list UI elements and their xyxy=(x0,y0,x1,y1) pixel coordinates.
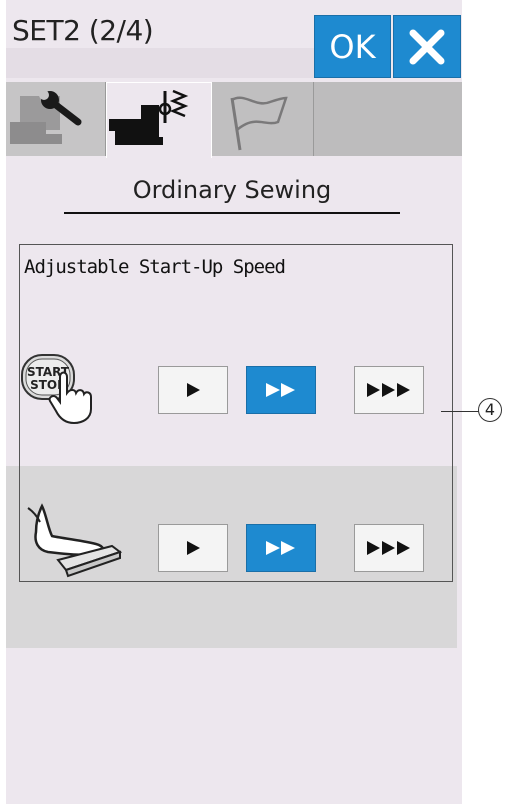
tab-machine-settings[interactable] xyxy=(6,82,106,156)
speed-fast-button[interactable] xyxy=(354,366,424,414)
tab-ordinary-sewing[interactable] xyxy=(106,82,212,158)
flag-icon xyxy=(230,96,288,151)
play-triple-icon xyxy=(367,383,410,397)
wrench-machine-icon xyxy=(10,90,82,144)
ok-button[interactable]: OK xyxy=(314,15,391,78)
foot-speed-medium-button[interactable] xyxy=(246,524,316,572)
callout-marker: 4 xyxy=(478,398,502,422)
settings-screen: SET2 (2/4) OK Ordinary Sewing Adjustable… xyxy=(6,0,462,804)
title-band xyxy=(6,48,314,78)
section-title: Ordinary Sewing xyxy=(132,176,332,204)
callout-leader-line xyxy=(441,411,479,412)
page-title: SET2 (2/4) xyxy=(12,14,154,47)
foot-speed-slow-button[interactable] xyxy=(158,524,228,572)
tab-flag[interactable] xyxy=(212,82,314,156)
foot-control-icon xyxy=(27,503,123,578)
start-stop-button-icon: START STOP xyxy=(21,354,92,425)
play-triple-icon xyxy=(367,541,410,555)
title-bar: SET2 (2/4) OK xyxy=(6,0,462,82)
speed-medium-button[interactable] xyxy=(246,366,316,414)
close-icon xyxy=(409,29,445,64)
play-double-icon xyxy=(266,383,295,397)
play-double-icon xyxy=(266,541,295,555)
tab-empty xyxy=(314,82,462,156)
speed-slow-button[interactable] xyxy=(158,366,228,414)
play-single-icon xyxy=(187,541,200,555)
section-underline xyxy=(64,212,400,214)
play-single-icon xyxy=(187,383,200,397)
foot-speed-fast-button[interactable] xyxy=(354,524,424,572)
needle-stitch-machine-icon xyxy=(109,89,189,145)
close-button[interactable] xyxy=(393,15,461,78)
panel-title: Adjustable Start-Up Speed xyxy=(24,256,286,278)
settings-tabs xyxy=(6,82,462,158)
